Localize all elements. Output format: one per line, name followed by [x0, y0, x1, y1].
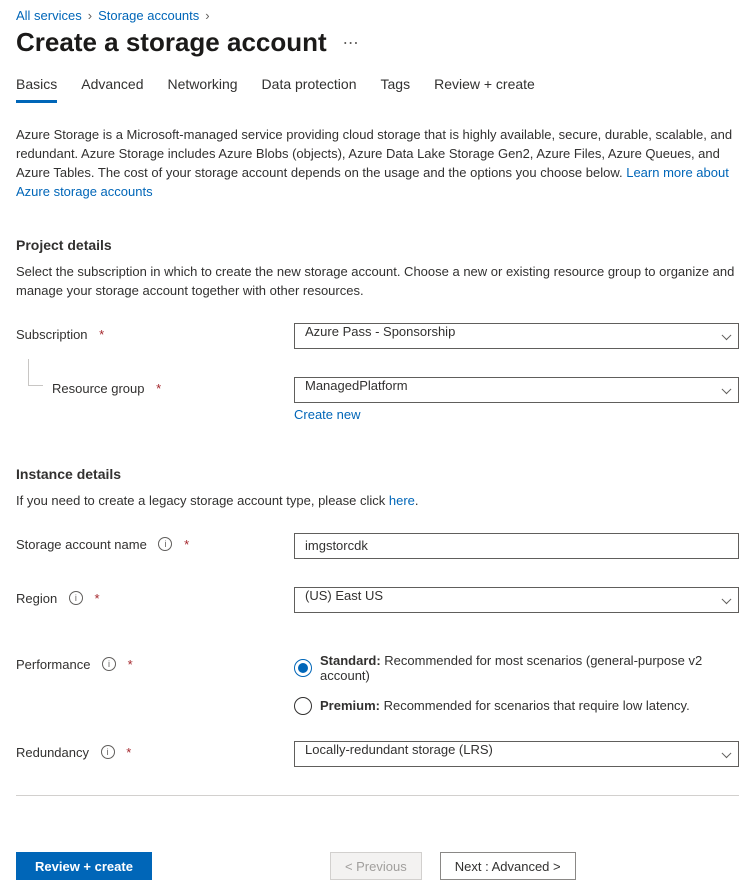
resource-group-select[interactable]: ManagedPlatform [294, 377, 739, 403]
redundancy-select[interactable]: Locally-redundant storage (LRS) [294, 741, 739, 767]
legacy-link[interactable]: here [389, 493, 415, 508]
subscription-select[interactable]: Azure Pass - Sponsorship [294, 323, 739, 349]
region-label: Region i * [16, 587, 294, 606]
review-create-button[interactable]: Review + create [16, 852, 152, 880]
title-row: Create a storage account ⋯ [16, 27, 739, 58]
tab-review-create[interactable]: Review + create [434, 76, 535, 103]
resource-group-label: Resource group * [16, 377, 294, 396]
subscription-label: Subscription * [16, 323, 294, 342]
tab-basics[interactable]: Basics [16, 76, 57, 103]
intro-text: Azure Storage is a Microsoft-managed ser… [16, 126, 739, 201]
region-select[interactable]: (US) East US [294, 587, 739, 613]
info-icon[interactable]: i [69, 591, 83, 605]
performance-standard-option[interactable]: Standard: Recommended for most scenarios… [294, 653, 739, 683]
create-new-rg-link[interactable]: Create new [294, 407, 360, 422]
redundancy-label: Redundancy i * [16, 741, 294, 760]
info-icon[interactable]: i [101, 745, 115, 759]
project-details-heading: Project details [16, 237, 739, 253]
breadcrumb-all-services[interactable]: All services [16, 8, 82, 23]
storage-name-label: Storage account name i * [16, 533, 294, 552]
info-icon[interactable]: i [102, 657, 116, 671]
page-title: Create a storage account [16, 27, 327, 58]
tab-data-protection[interactable]: Data protection [262, 76, 357, 103]
breadcrumb: All services › Storage accounts › [16, 8, 739, 23]
next-button[interactable]: Next : Advanced > [440, 852, 576, 880]
intro-body: Azure Storage is a Microsoft-managed ser… [16, 127, 732, 180]
breadcrumb-storage-accounts[interactable]: Storage accounts [98, 8, 199, 23]
tab-tags[interactable]: Tags [381, 76, 411, 103]
radio-selected-icon [294, 659, 312, 677]
instance-details-desc: If you need to create a legacy storage a… [16, 492, 739, 511]
performance-premium-option[interactable]: Premium: Recommended for scenarios that … [294, 697, 739, 715]
tabs: Basics Advanced Networking Data protecti… [16, 76, 739, 103]
instance-details-heading: Instance details [16, 466, 739, 482]
radio-unselected-icon [294, 697, 312, 715]
performance-radio-group: Standard: Recommended for most scenarios… [294, 653, 739, 715]
footer-bar: Review + create < Previous Next : Advanc… [16, 852, 739, 880]
chevron-right-icon: › [88, 8, 92, 23]
chevron-right-icon: › [205, 8, 209, 23]
tab-advanced[interactable]: Advanced [81, 76, 143, 103]
performance-label: Performance i * [16, 653, 294, 672]
previous-button: < Previous [330, 852, 422, 880]
tab-networking[interactable]: Networking [168, 76, 238, 103]
project-details-desc: Select the subscription in which to crea… [16, 263, 739, 301]
footer-divider [16, 795, 739, 796]
more-icon[interactable]: ⋯ [343, 33, 360, 53]
info-icon[interactable]: i [158, 537, 172, 551]
storage-name-input[interactable] [294, 533, 739, 559]
